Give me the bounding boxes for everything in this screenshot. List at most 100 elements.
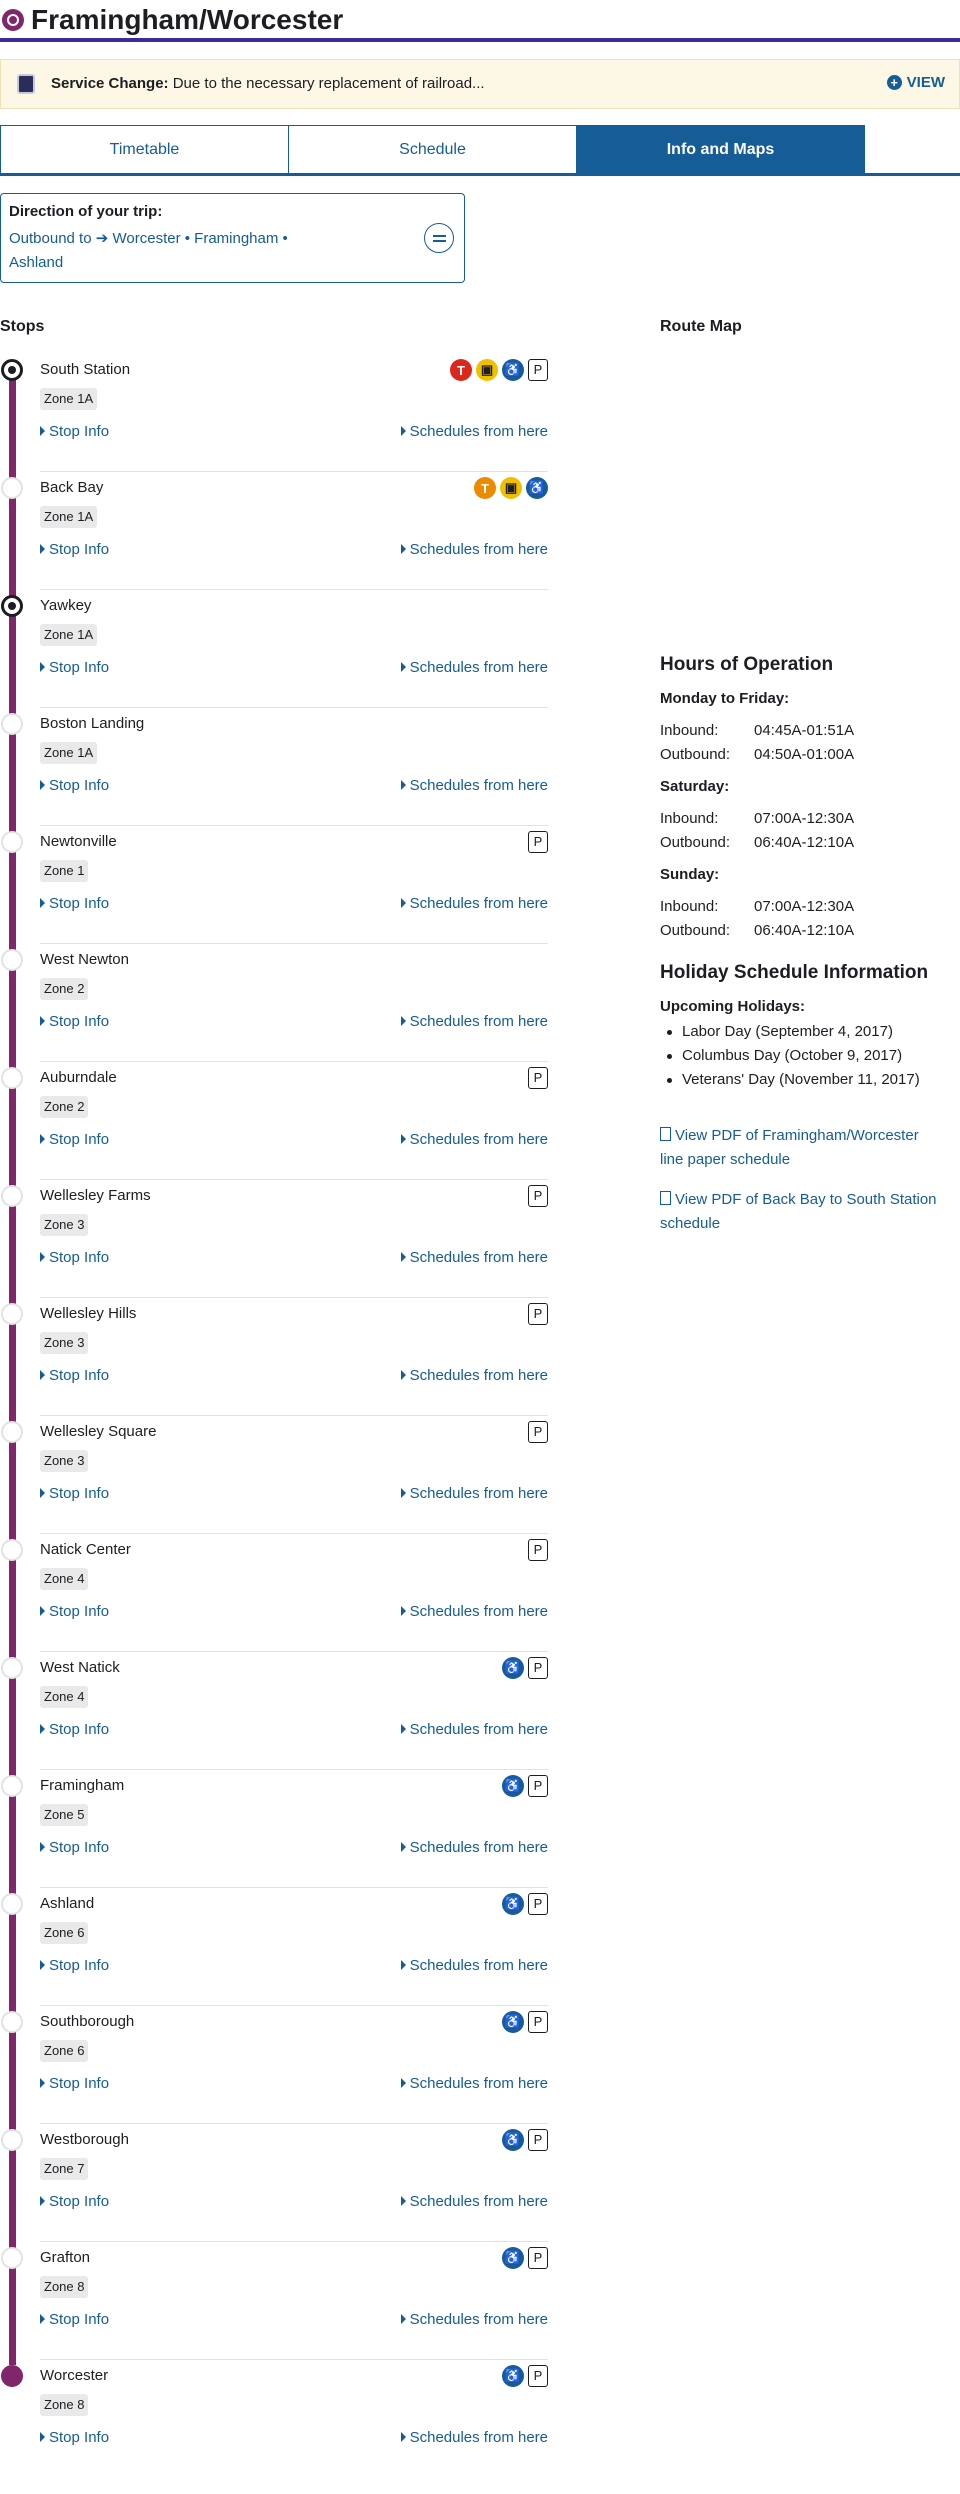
stop-marker <box>1 1303 23 1325</box>
schedules-from-here-link[interactable]: Schedules from here <box>400 1957 548 1974</box>
stop-amenity-icons: T ▣ ♿ <box>474 477 548 499</box>
schedules-from-here-link[interactable]: Schedules from here <box>400 1249 548 1266</box>
inbound-hours: 07:00A-12:30A <box>754 810 855 827</box>
stop-marker <box>1 595 23 617</box>
accessible-icon: ♿ <box>502 1657 524 1679</box>
schedules-label: Schedules from here <box>409 1249 548 1266</box>
stop-info-link[interactable]: Stop Info <box>40 2429 109 2446</box>
caret-right-icon <box>400 2196 406 2206</box>
outbound-label: Outbound: <box>660 922 731 939</box>
stop-info-link[interactable]: Stop Info <box>40 1721 109 1738</box>
caret-right-icon <box>400 2078 406 2088</box>
stop-info-link[interactable]: Stop Info <box>40 2193 109 2210</box>
stop-info-link[interactable]: Stop Info <box>40 1603 109 1620</box>
stop-info-link[interactable]: Stop Info <box>40 541 109 558</box>
schedules-from-here-link[interactable]: Schedules from here <box>400 1131 548 1148</box>
zone-badge: Zone 3 <box>40 1214 89 1236</box>
stop-info-link[interactable]: Stop Info <box>40 1367 109 1384</box>
schedules-from-here-link[interactable]: Schedules from here <box>400 1013 548 1030</box>
stop-info-link[interactable]: Stop Info <box>40 1013 109 1030</box>
schedules-from-here-link[interactable]: Schedules from here <box>400 2193 548 2210</box>
schedules-from-here-link[interactable]: Schedules from here <box>400 1367 548 1384</box>
caret-right-icon <box>40 1724 45 1734</box>
alert-view-button[interactable]: + VIEW <box>886 74 945 91</box>
schedules-from-here-link[interactable]: Schedules from here <box>400 659 548 676</box>
schedules-from-here-link[interactable]: Schedules from here <box>400 2075 548 2092</box>
tab-bar: Timetable Schedule Info and Maps <box>0 125 960 176</box>
stop-info-label: Stop Info <box>49 2075 110 2092</box>
stop-marker <box>1 1893 23 1915</box>
schedules-from-here-link[interactable]: Schedules from here <box>400 1839 548 1856</box>
caret-right-icon <box>40 1370 45 1380</box>
caret-right-icon <box>40 2196 45 2206</box>
swap-direction-button[interactable] <box>424 223 454 253</box>
tab-info-and-maps[interactable]: Info and Maps <box>576 125 865 174</box>
schedules-from-here-link[interactable]: Schedules from here <box>400 895 548 912</box>
schedules-from-here-link[interactable]: Schedules from here <box>400 1485 548 1502</box>
schedules-from-here-link[interactable]: Schedules from here <box>400 777 548 794</box>
hours-row: Outbound: 04:50A-01:00A <box>660 746 854 763</box>
stop-row: Yawkey Zone 1A Stop Info Schedules from her… <box>0 590 548 708</box>
caret-right-icon <box>40 1134 45 1144</box>
caret-right-icon <box>40 898 45 908</box>
stop-marker <box>1 477 23 499</box>
zone-badge: Zone 2 <box>40 1096 89 1118</box>
pdf-link-line: schedule <box>660 1215 721 1232</box>
page-header: Framingham/Worcester <box>0 0 960 42</box>
stop-name: Auburndale <box>40 1069 117 1086</box>
stop-marker <box>1 831 23 853</box>
direction-selector[interactable]: Direction of your trip: Outbound to ➔ Wo… <box>0 193 465 283</box>
stop-info-link[interactable]: Stop Info <box>40 777 109 794</box>
stop-info-link[interactable]: Stop Info <box>40 1131 109 1148</box>
stop-marker <box>1 1539 23 1561</box>
stop-row: Auburndale Zone 2 Stop Info Schedules from … <box>0 1062 548 1180</box>
stop-marker <box>1 1067 23 1089</box>
stop-marker <box>1 2247 23 2269</box>
orange-line-icon: T <box>474 477 496 499</box>
schedules-from-here-link[interactable]: Schedules from here <box>400 423 548 440</box>
alert-message: Due to the necessary replacement of rail… <box>172 75 485 92</box>
stop-info-label: Stop Info <box>49 1603 110 1620</box>
parking-icon: P <box>528 2365 548 2387</box>
alert-icon <box>17 74 35 94</box>
schedules-from-here-link[interactable]: Schedules from here <box>400 2429 548 2446</box>
stop-info-link[interactable]: Stop Info <box>40 2311 109 2328</box>
route-stops: Worcester • Framingham • <box>112 230 288 247</box>
stop-info-link[interactable]: Stop Info <box>40 423 109 440</box>
schedules-from-here-link[interactable]: Schedules from here <box>400 1721 548 1738</box>
stop-info-link[interactable]: Stop Info <box>40 2075 109 2092</box>
stop-info-label: Stop Info <box>49 777 110 794</box>
stop-row: Worcester Zone 8 Stop Info Schedules from h… <box>0 2360 548 2478</box>
stop-amenity-icons: ♿ P <box>502 2011 548 2033</box>
stop-info-link[interactable]: Stop Info <box>40 1957 109 1974</box>
schedules-label: Schedules from here <box>409 1721 548 1738</box>
accessible-icon: ♿ <box>502 2011 524 2033</box>
stop-marker <box>1 1657 23 1679</box>
tab-schedule[interactable]: Schedule <box>288 125 577 174</box>
schedules-from-here-link[interactable]: Schedules from here <box>400 541 548 558</box>
tab-timetable[interactable]: Timetable <box>0 125 289 174</box>
stop-amenity-icons: P <box>528 1303 548 1325</box>
pdf-link-line: View PDF of Back Bay to South Station <box>675 1191 937 1208</box>
pdf-link-back-bay[interactable]: View PDF of Back Bay to South Station sch… <box>660 1188 960 1236</box>
zone-badge: Zone 4 <box>40 1568 89 1590</box>
schedules-label: Schedules from here <box>409 541 548 558</box>
caret-right-icon <box>40 662 45 672</box>
caret-right-icon <box>40 2314 45 2324</box>
schedules-from-here-link[interactable]: Schedules from here <box>400 1603 548 1620</box>
pdf-link-framingham-worcester[interactable]: View PDF of Framingham/Worcester line pap… <box>660 1124 960 1172</box>
stop-info-link[interactable]: Stop Info <box>40 1839 109 1856</box>
list-item: Veterans' Day (November 11, 2017) <box>660 1068 920 1092</box>
caret-right-icon <box>400 1606 406 1616</box>
stop-info-link[interactable]: Stop Info <box>40 659 109 676</box>
stop-info-link[interactable]: Stop Info <box>40 895 109 912</box>
stop-info-label: Stop Info <box>49 1485 110 1502</box>
stop-name: Boston Landing <box>40 715 145 732</box>
silver-line-icon: ▣ <box>476 359 498 381</box>
stop-info-label: Stop Info <box>49 541 110 558</box>
parking-icon: P <box>528 1303 548 1325</box>
schedules-from-here-link[interactable]: Schedules from here <box>400 2311 548 2328</box>
stop-info-link[interactable]: Stop Info <box>40 1249 109 1266</box>
stop-info-link[interactable]: Stop Info <box>40 1485 109 1502</box>
zone-badge: Zone 3 <box>40 1450 89 1472</box>
